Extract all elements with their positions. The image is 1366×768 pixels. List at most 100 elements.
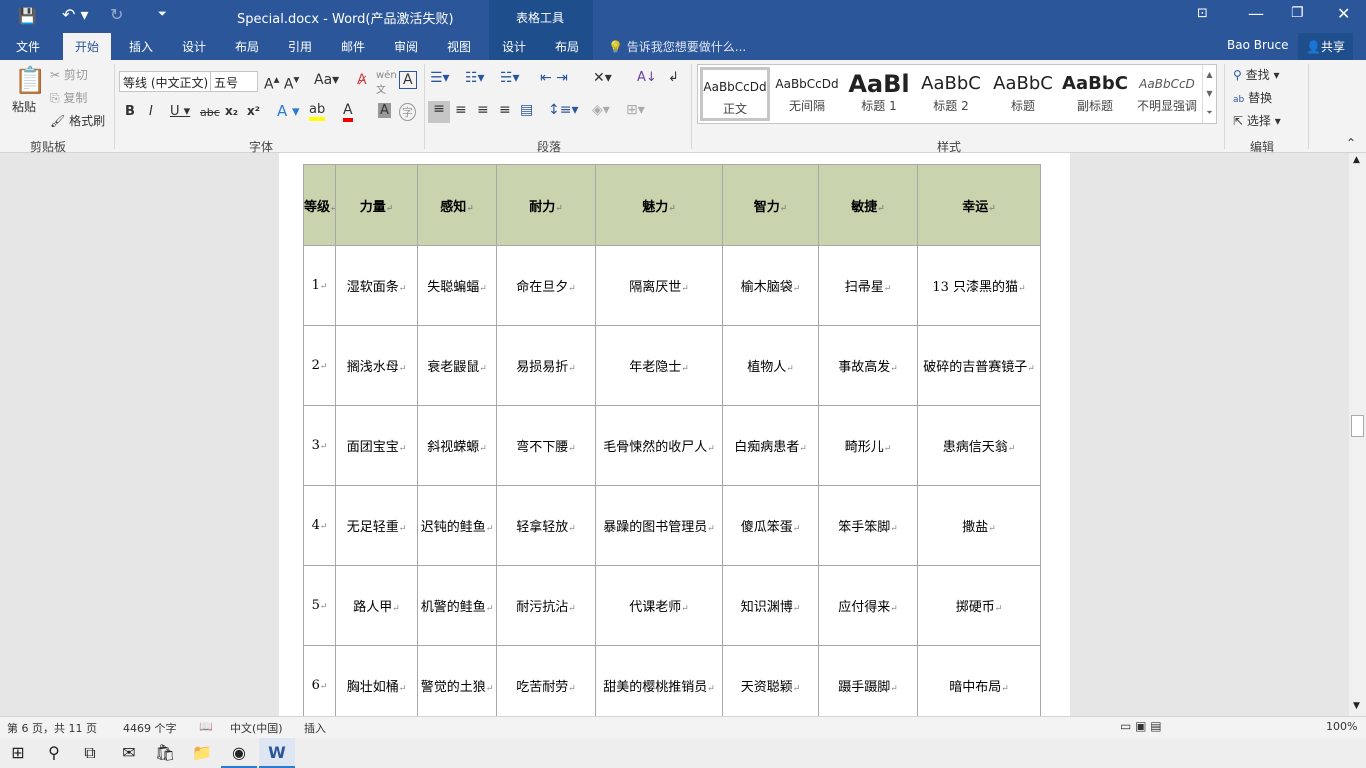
zoom-level[interactable]: 100% [1326, 720, 1357, 733]
restore-button[interactable]: ❐ [1291, 5, 1304, 21]
table-cell[interactable]: 无足轻重↵ [335, 485, 418, 566]
scroll-down-icon[interactable]: ▼ [1353, 701, 1360, 711]
tab-design[interactable]: 设计 [182, 38, 206, 55]
strikethrough-button[interactable]: abc [200, 106, 220, 119]
table-cell[interactable]: 机警的鲑鱼↵ [417, 565, 497, 646]
minimize-button[interactable]: — [1248, 4, 1264, 23]
mail-icon[interactable]: ✉ [111, 738, 147, 768]
numbering-icon[interactable]: ☷▾ [465, 70, 485, 86]
word-icon[interactable]: W [259, 738, 295, 768]
header-cell[interactable]: 敏捷↵ [818, 164, 918, 246]
table-cell[interactable]: 撒盐↵ [917, 485, 1041, 566]
copy-button[interactable]: ⎘ 复制 [50, 89, 87, 106]
table-cell[interactable]: 1↵ [303, 245, 336, 326]
user-name[interactable]: Bao Bruce [1227, 38, 1289, 52]
table-cell[interactable]: 4↵ [303, 485, 336, 566]
table-cell[interactable]: 易损易折↵ [496, 325, 596, 406]
table-cell[interactable]: 失聪蝙蝠↵ [417, 245, 497, 326]
clear-format-icon[interactable]: A̷ [357, 72, 367, 88]
table-cell[interactable]: 耐污抗沾↵ [496, 565, 596, 646]
table-cell[interactable]: 命在旦夕↵ [496, 245, 596, 326]
shading-icon[interactable]: ◈▾ [592, 102, 610, 118]
tab-table-design[interactable]: 设计 [502, 38, 526, 55]
tab-review[interactable]: 审阅 [394, 38, 418, 55]
justify-button[interactable]: ≡ [499, 102, 511, 118]
header-cell[interactable]: 耐力↵ [496, 164, 596, 246]
table-cell[interactable]: 衰老鼹鼠↵ [417, 325, 497, 406]
store-icon[interactable]: 🛍 [147, 738, 183, 768]
table-cell[interactable]: 植物人↵ [722, 325, 819, 406]
replace-button[interactable]: ab 替换 [1233, 89, 1272, 106]
paste-button[interactable]: 粘贴 [12, 98, 36, 115]
style-3[interactable]: AaBl 标题 1 [844, 67, 914, 121]
paste-icon[interactable]: 📋 [14, 66, 46, 96]
gallery-scroll[interactable]: ▲ ▼ ⏷ [1202, 65, 1216, 123]
table-cell[interactable]: 毛骨悚然的收尸人↵ [595, 405, 723, 486]
undo-icon[interactable]: ↶ ▾ [62, 5, 89, 24]
close-button[interactable]: ✕ [1337, 4, 1350, 23]
underline-button[interactable]: U ▾ [170, 104, 190, 119]
distributed-button[interactable]: ▤ [520, 102, 533, 118]
share-button[interactable]: 👤共享 [1298, 33, 1353, 60]
redo-icon[interactable]: ↻ [110, 5, 123, 24]
file-explorer-icon[interactable]: 📁 [184, 738, 220, 768]
scroll-thumb[interactable] [1351, 415, 1364, 437]
borders-icon[interactable]: ⊞▾ [626, 102, 645, 118]
table-cell[interactable]: 事故高发↵ [818, 325, 918, 406]
grow-font-icon[interactable]: A▴ A▾ [264, 72, 299, 93]
bullets-icon[interactable]: ☰▾ [430, 70, 450, 86]
font-name-select[interactable]: 等线 (中文正文) [119, 71, 211, 92]
table-cell[interactable]: 轻拿轻放↵ [496, 485, 596, 566]
table-cell[interactable]: 胸壮如桶↵ [335, 645, 418, 726]
chrome-icon[interactable]: ◉ [221, 738, 257, 768]
multilevel-list-icon[interactable]: ☵▾ [500, 70, 520, 86]
tab-home[interactable]: 开始 [63, 33, 112, 60]
table-cell[interactable]: 榆木脑袋↵ [722, 245, 819, 326]
table-cell[interactable]: 路人甲↵ [335, 565, 418, 646]
decrease-indent-icon[interactable]: ⇤ ⇥ [540, 70, 568, 86]
table-cell[interactable]: 天资聪颖↵ [722, 645, 819, 726]
tab-insert[interactable]: 插入 [129, 38, 153, 55]
style-6[interactable]: AaBbC 副标题 [1060, 67, 1130, 121]
table-cell[interactable]: 蹑手蹑脚↵ [818, 645, 918, 726]
phonetic-guide-icon[interactable]: wén 文 [376, 70, 397, 96]
subscript-button[interactable]: x₂ [225, 104, 238, 118]
text-effects-icon[interactable]: A ▾ [277, 102, 300, 120]
align-right-button[interactable]: ≡ [477, 102, 489, 118]
highlight-color-icon[interactable]: ab [309, 102, 326, 121]
table-cell[interactable]: 5↵ [303, 565, 336, 646]
header-cell[interactable]: 等级↵ [303, 164, 336, 246]
table-cell[interactable]: 2↵ [303, 325, 336, 406]
table-cell[interactable]: 甜美的樱桃推销员↵ [595, 645, 723, 726]
font-size-select[interactable]: 五号 [210, 71, 258, 92]
collapse-ribbon-icon[interactable]: ⌃ [1346, 136, 1356, 150]
style-7[interactable]: AaBbCcD 不明显强调 [1132, 67, 1202, 121]
enclose-char-icon[interactable]: 字 [399, 103, 416, 121]
table-cell[interactable]: 傻瓜笨蛋↵ [722, 485, 819, 566]
table-cell[interactable]: 湿软面条↵ [335, 245, 418, 326]
table-cell[interactable]: 畸形儿↵ [818, 405, 918, 486]
italic-button[interactable]: I [149, 104, 153, 119]
tab-file[interactable]: 文件 [16, 38, 40, 55]
tab-view[interactable]: 视图 [447, 38, 471, 55]
table-cell[interactable]: 吃苦耐劳↵ [496, 645, 596, 726]
superscript-button[interactable]: x² [247, 104, 260, 118]
style-2[interactable]: AaBbCcDd 无间隔 [772, 67, 842, 121]
vertical-scrollbar[interactable]: ▲ ▼ [1349, 153, 1366, 716]
style-4[interactable]: AaBbC 标题 2 [916, 67, 986, 121]
customize-qat-icon[interactable]: ⏷ [158, 7, 167, 21]
tab-table-layout[interactable]: 布局 [555, 38, 579, 55]
windows-start-icon[interactable]: ⊞ [0, 738, 36, 768]
line-spacing-icon[interactable]: ↕≡▾ [548, 102, 579, 118]
find-button[interactable]: ⚲ 查找 ▾ [1233, 66, 1279, 83]
table-cell[interactable]: 笨手笨脚↵ [818, 485, 918, 566]
table-cell[interactable]: 弯不下腰↵ [496, 405, 596, 486]
table-cell[interactable]: 白痴病患者↵ [722, 405, 819, 486]
table-cell[interactable]: 隔离厌世↵ [595, 245, 723, 326]
select-button[interactable]: ⇱ 选择 ▾ [1233, 112, 1281, 129]
bold-button[interactable]: B [125, 104, 135, 119]
table-cell[interactable]: 扫帚星↵ [818, 245, 918, 326]
tab-references[interactable]: 引用 [288, 38, 312, 55]
table-cell[interactable]: 患病信天翁↵ [917, 405, 1041, 486]
table-cell[interactable]: 13 只漆黑的猫↵ [917, 245, 1041, 326]
